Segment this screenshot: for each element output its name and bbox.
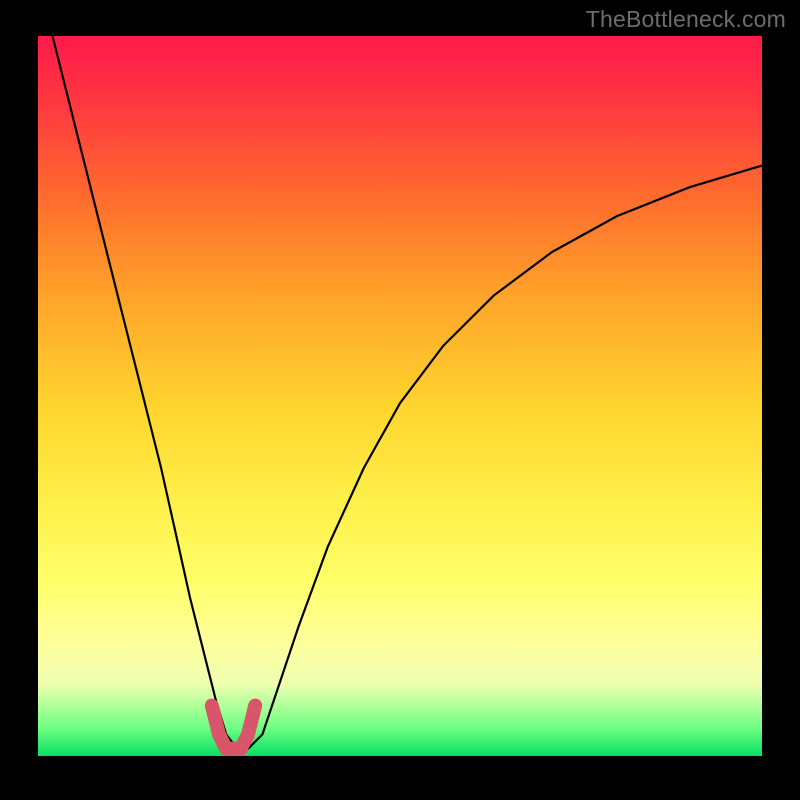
watermark-text: TheBottleneck.com	[586, 6, 786, 33]
plot-area	[38, 36, 762, 756]
curve-layer	[38, 36, 762, 756]
optimal-marker	[212, 706, 255, 749]
bottleneck-curve	[53, 36, 763, 749]
chart-frame: TheBottleneck.com	[0, 0, 800, 800]
